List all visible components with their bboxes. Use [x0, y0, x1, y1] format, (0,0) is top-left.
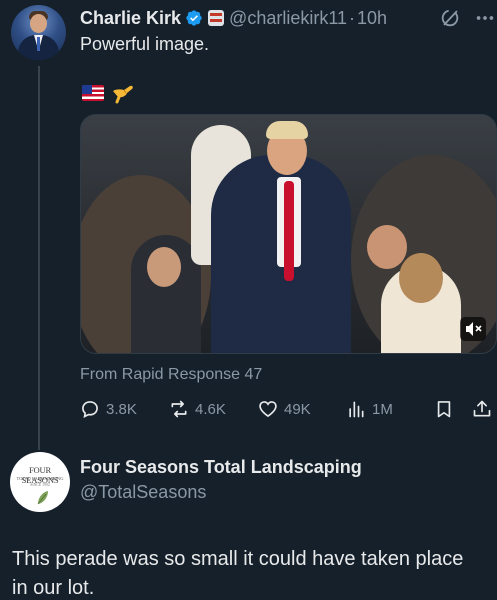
video-man-right	[367, 225, 407, 269]
author-avatar[interactable]	[11, 5, 66, 60]
reply-icon	[82, 401, 98, 418]
views-icon	[349, 401, 364, 418]
mute-icon[interactable]	[460, 317, 486, 341]
emoji-row	[82, 81, 136, 105]
video-face-left	[147, 247, 181, 287]
tweet-text: Powerful image.	[80, 34, 210, 54]
more-icon[interactable]	[474, 7, 496, 29]
verified-badge-icon	[186, 10, 202, 26]
reply-count: 3.8K	[106, 400, 137, 418]
bookmark-button[interactable]	[434, 396, 454, 422]
us-flag-emoji-icon	[82, 85, 104, 101]
views-count: 1M	[372, 400, 393, 418]
share-button[interactable]	[472, 396, 492, 422]
affiliate-badge-icon[interactable]	[208, 10, 225, 26]
video-center-tie	[284, 181, 294, 281]
tweet-header: Charlie Kirk @charliekirk11 · 10h	[80, 6, 497, 30]
bookmark-icon	[437, 401, 451, 418]
leaf-logo-icon	[37, 491, 48, 505]
like-button[interactable]: 49K	[258, 396, 311, 422]
heart-icon	[259, 401, 277, 418]
reply-author-handle[interactable]: @TotalSeasons	[80, 482, 206, 503]
avatar-tie	[37, 37, 40, 51]
reply-author-avatar[interactable]: FOUR SEASONS TOTAL LANDSCAPING SINCE 199…	[10, 452, 70, 512]
tweet-video[interactable]	[80, 114, 497, 354]
share-icon	[473, 400, 491, 417]
avatar-logo-line1: FOUR SEASONS	[21, 465, 59, 485]
tweet-time[interactable]: 10h	[357, 8, 387, 29]
tweet-actions-bar: 3.8K 4.6K 49K 1M	[80, 396, 497, 422]
views-button[interactable]: 1M	[346, 396, 393, 422]
repost-icon	[171, 400, 187, 418]
reply-button[interactable]: 3.8K	[80, 396, 137, 422]
salute-emoji-icon	[113, 85, 133, 104]
reply-text: This perade was so small it could have t…	[12, 548, 464, 599]
separator-dot: ·	[349, 7, 356, 28]
video-center-hair	[266, 121, 308, 139]
avatar-logo-line2: TOTAL LANDSCAPING	[16, 476, 64, 481]
avatar-head	[30, 14, 47, 33]
reply-author-name[interactable]: Four Seasons Total Landscaping	[80, 457, 362, 478]
like-count: 49K	[284, 400, 311, 418]
avatar-logo-line3: SINCE 1992	[30, 483, 50, 487]
repost-button[interactable]: 4.6K	[169, 396, 226, 422]
media-source-label[interactable]: From Rapid Response 47	[80, 366, 262, 384]
video-woman-hair	[399, 253, 443, 303]
repost-count: 4.6K	[195, 400, 226, 418]
author-handle[interactable]: @charliekirk11	[229, 8, 347, 29]
thread-connector-line	[38, 66, 40, 450]
grok-icon[interactable]	[439, 7, 461, 29]
author-name[interactable]: Charlie Kirk	[80, 8, 181, 29]
